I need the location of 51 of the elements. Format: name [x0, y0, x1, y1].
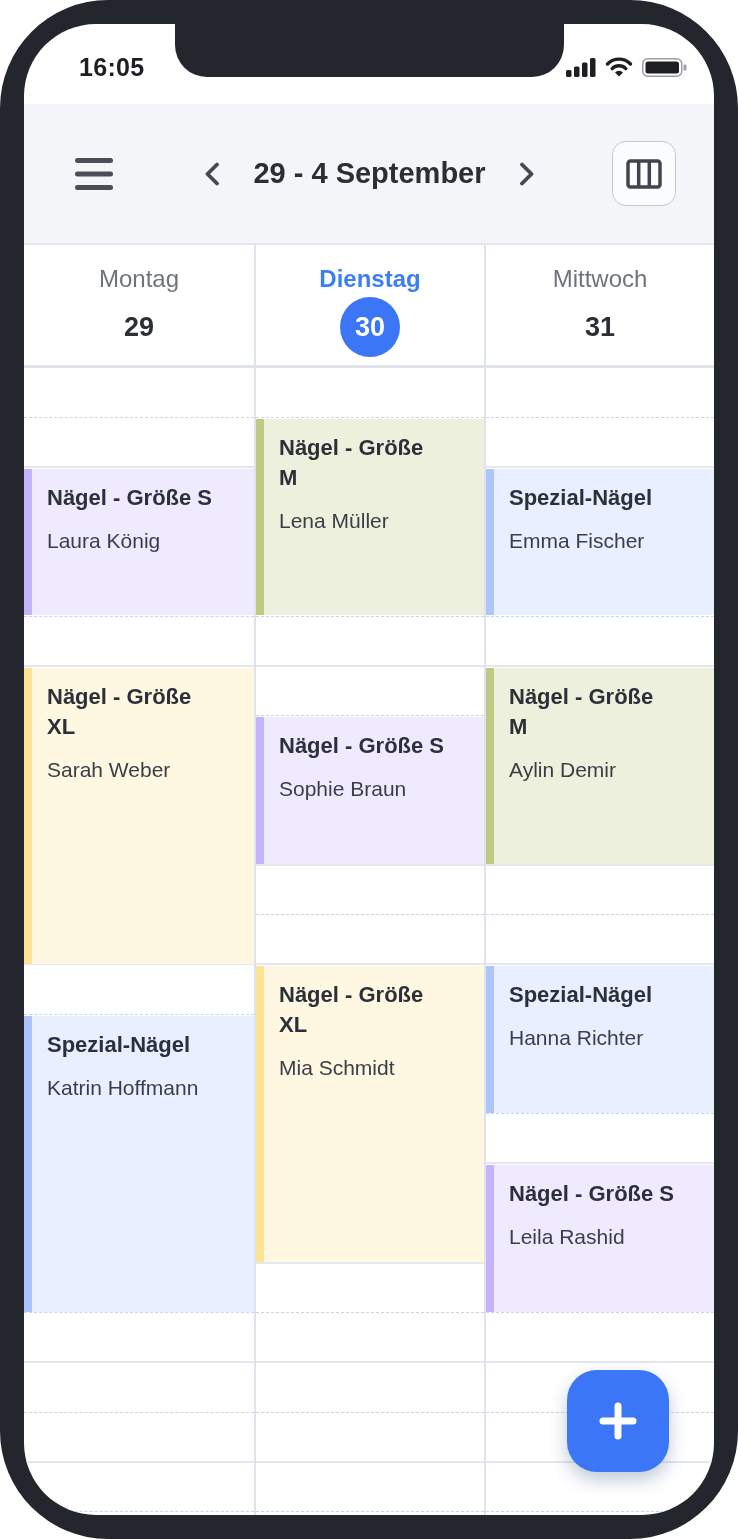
client-name: Katrin Hoffmann	[47, 1074, 199, 1101]
event-card[interactable]: Nägel - Größe M Aylin Demir	[486, 667, 714, 864]
event-card[interactable]: Nägel - Größe M Lena Müller	[256, 418, 484, 616]
signal-icon	[566, 57, 596, 77]
date-number[interactable]: 30	[340, 297, 400, 357]
client-name: Hanna Richter	[509, 1025, 645, 1051]
client-name: Aylin Demir	[509, 756, 617, 783]
event-title: Nägel - Größe M	[279, 433, 425, 492]
event-card[interactable]: Nägel - Größe S Sophie Braun	[256, 717, 484, 864]
menu-button[interactable]	[75, 157, 113, 190]
event-title: Spezial-Nägel	[509, 483, 653, 512]
event-title: Spezial-Nägel	[47, 1030, 192, 1059]
view-toggle-button[interactable]	[612, 141, 676, 206]
columns-icon	[626, 158, 662, 189]
event-card[interactable]: Nägel - Größe S Leila Rashid	[486, 1165, 714, 1312]
menu-icon	[75, 157, 113, 190]
client-name: Lena Müller	[279, 507, 390, 534]
event-card[interactable]: Nägel - Größe XL Mia Schmidt	[256, 966, 484, 1262]
date-number[interactable]: 31	[584, 311, 615, 343]
chevron-left-icon	[204, 161, 221, 186]
client-name: Laura König	[47, 527, 162, 554]
day-name: Dienstag	[319, 264, 421, 294]
add-button[interactable]	[567, 1370, 669, 1472]
event-card[interactable]: Spezial-Nägel Katrin Hoffmann	[24, 1015, 254, 1312]
wifi-icon	[605, 57, 633, 77]
plus-icon	[599, 1402, 637, 1440]
client-name: Sarah Weber	[47, 756, 172, 783]
event-title: Nägel - Größe S	[279, 732, 445, 761]
event-card[interactable]: Spezial-Nägel Emma Fischer	[486, 468, 714, 616]
day-name: Montag	[98, 264, 180, 294]
previous-week-button[interactable]	[204, 161, 221, 186]
status-time: 16:05	[79, 52, 145, 82]
event-title: Nägel - Größe S	[47, 483, 213, 512]
battery-icon	[642, 57, 687, 77]
event-title: Nägel - Größe XL	[47, 682, 193, 741]
client-name: Leila Rashid	[509, 1224, 626, 1250]
event-card[interactable]: Nägel - Größe S Laura König	[24, 468, 254, 616]
event-title: Nägel - Größe XL	[279, 981, 425, 1039]
event-title: Nägel - Größe M	[509, 682, 655, 741]
week-range-title: 29 - 4 September	[253, 157, 486, 190]
event-card[interactable]: Spezial-Nägel Hanna Richter	[486, 966, 714, 1113]
event-title: Nägel - Größe S	[509, 1180, 675, 1208]
client-name: Mia Schmidt	[279, 1055, 396, 1081]
day-name: Mittwoch	[552, 264, 648, 294]
client-name: Emma Fischer	[509, 527, 646, 554]
client-name: Sophie Braun	[279, 776, 408, 803]
date-number[interactable]: 29	[123, 311, 154, 343]
event-title: Spezial-Nägel	[509, 981, 653, 1009]
chevron-right-icon	[518, 161, 535, 186]
next-week-button[interactable]	[518, 161, 535, 186]
event-card[interactable]: Nägel - Größe XL Sarah Weber	[24, 667, 254, 964]
